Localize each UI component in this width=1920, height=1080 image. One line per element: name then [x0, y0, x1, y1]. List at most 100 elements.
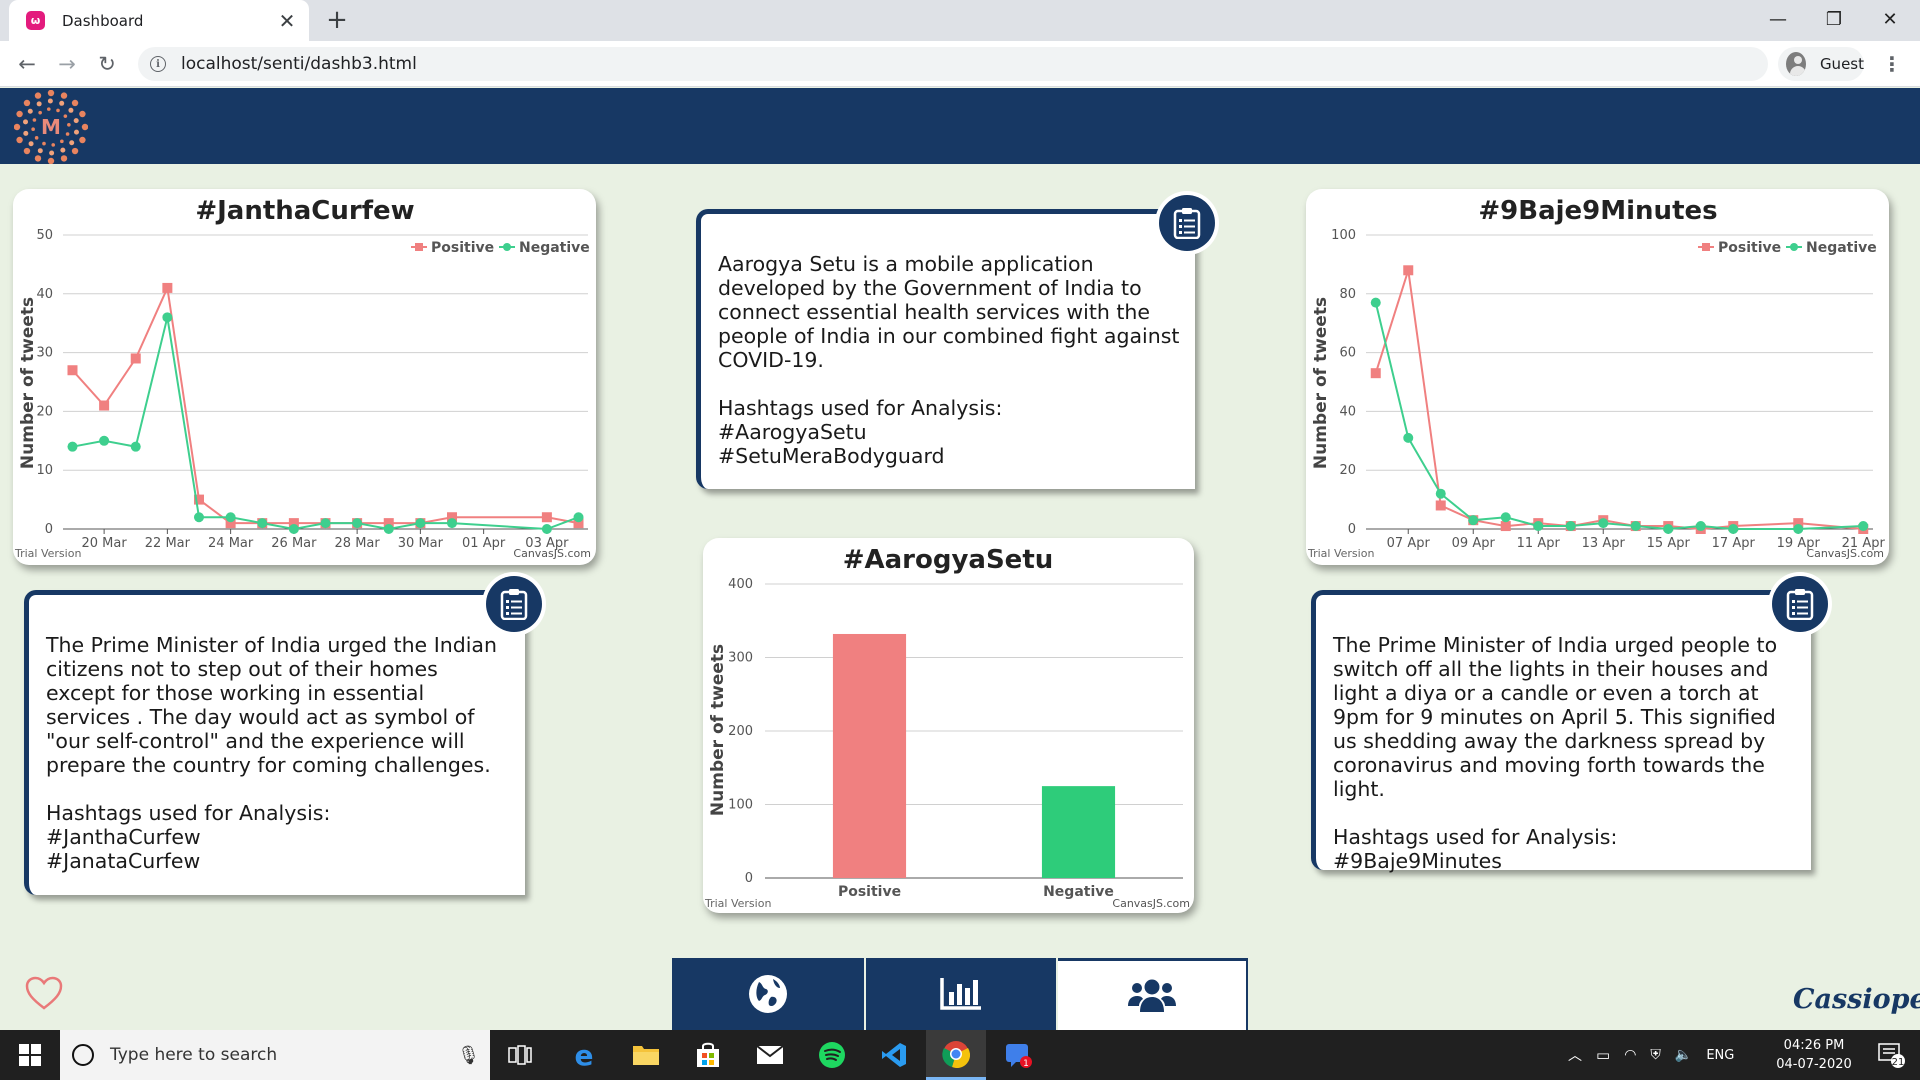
heart-icon[interactable]: [24, 975, 64, 1011]
windows-start-icon[interactable]: [0, 1030, 60, 1080]
bottom-navigation: [672, 958, 1248, 1030]
chart-title: #AarogyaSetu: [843, 545, 1054, 575]
notification-center-icon[interactable]: 21: [1866, 1030, 1916, 1080]
logo-dot: [23, 147, 31, 155]
x-tick-label: 22 Mar: [145, 536, 191, 551]
negative-point: [1500, 512, 1511, 523]
users-icon: [1128, 979, 1176, 1012]
logo-dot: [38, 110, 42, 115]
logo-dot: [68, 107, 74, 113]
store-icon[interactable]: [678, 1030, 738, 1080]
description-text: The Prime Minister of India urged people…: [1333, 633, 1778, 801]
wifi-icon[interactable]: ◠: [1624, 1047, 1636, 1063]
nav-users-button[interactable]: [1058, 958, 1248, 1030]
page-header: [0, 88, 1920, 164]
battery-icon[interactable]: ▭: [1596, 1046, 1610, 1064]
y-axis-label: Number of tweets: [18, 297, 38, 469]
aarogyasetu-chart-card: #AarogyaSetu Number of tweets Trial Vers…: [703, 538, 1194, 913]
y-tick-label: 40: [1339, 404, 1356, 419]
legend-negative: Negative: [1806, 240, 1877, 256]
y-tick-label: 400: [728, 577, 753, 592]
guest-avatar-icon: [1786, 52, 1806, 76]
y-tick-label: 40: [36, 287, 53, 302]
tray-chevron-icon[interactable]: ︿: [1568, 1045, 1582, 1065]
tab-close-button[interactable]: ✕: [277, 9, 297, 33]
new-tab-button[interactable]: +: [322, 4, 352, 36]
logo-dot: [73, 129, 79, 135]
clipboard-icon[interactable]: [486, 576, 542, 632]
clock[interactable]: 04:26 PM 04-07-2020: [1764, 1030, 1864, 1080]
logo-dot: [59, 100, 65, 106]
chrome-taskbar-icon[interactable]: [926, 1030, 986, 1080]
logo-dot: [67, 122, 71, 127]
y-tick-label: 80: [1339, 287, 1356, 302]
negative-point: [193, 512, 204, 523]
taskbar-search-box[interactable]: Type here to search 🎙: [60, 1030, 490, 1080]
legend-positive: Positive: [1718, 240, 1781, 256]
negative-point: [67, 441, 78, 452]
svg-text:e: e: [575, 1041, 594, 1069]
x-tick-label: 17 Apr: [1712, 536, 1756, 551]
site-info-icon[interactable]: i: [150, 56, 166, 72]
logo-dot: [47, 90, 55, 97]
hashtag-item: #JanthaCurfew: [46, 825, 201, 849]
positive-point: [130, 353, 141, 364]
negative-point: [288, 524, 299, 534]
language-indicator[interactable]: ENG: [1706, 1048, 1734, 1063]
aarogyasetu-description-card: Aarogya Setu is a mobile application dev…: [696, 209, 1195, 489]
minimize-button[interactable]: —: [1752, 2, 1804, 36]
task-view-icon[interactable]: [490, 1030, 550, 1080]
y-tick-label: 60: [1339, 346, 1356, 361]
forward-arrow-icon[interactable]: →: [50, 47, 84, 81]
file-explorer-icon[interactable]: [616, 1030, 676, 1080]
clipboard-icon[interactable]: [1772, 576, 1828, 632]
logo-dot: [14, 123, 21, 131]
y-tick-label: 200: [728, 724, 753, 739]
negative-point: [352, 518, 363, 529]
y-tick-label: 0: [1348, 522, 1356, 537]
browser-tab[interactable]: ω Dashboard ✕: [9, 0, 309, 41]
y-axis-label: Number of tweets: [708, 644, 728, 816]
address-bar[interactable]: i localhost/senti/dashb3.html: [138, 47, 1768, 81]
nav-globe-button[interactable]: [672, 958, 864, 1030]
vscode-icon[interactable]: [864, 1030, 924, 1080]
reload-icon[interactable]: ↻: [90, 47, 124, 81]
browser-menu-icon[interactable]: ⋮: [1880, 47, 1904, 81]
feedback-app-icon[interactable]: 1: [988, 1030, 1048, 1080]
url-text[interactable]: localhost/senti/dashb3.html: [181, 54, 417, 74]
x-category-label: Positive: [838, 884, 901, 900]
nav-chart-button[interactable]: [866, 958, 1056, 1030]
profile-button[interactable]: Guest: [1778, 47, 1864, 81]
negative-bar: [1041, 786, 1116, 878]
microphone-icon[interactable]: 🎙: [457, 1045, 480, 1066]
logo-dot: [51, 143, 56, 147]
x-tick-label: 24 Mar: [208, 536, 254, 551]
legend-positive-marker: [1702, 243, 1710, 251]
app-favicon-icon: ω: [26, 11, 45, 30]
mail-badge: 1: [1023, 1059, 1029, 1069]
spotify-icon[interactable]: [802, 1030, 862, 1080]
browser-toolbar: ← → ↻ i localhost/senti/dashb3.html Gues…: [0, 41, 1920, 87]
negative-point: [1370, 297, 1381, 308]
clipboard-icon[interactable]: [1159, 195, 1215, 251]
x-tick-label: 03 Apr: [525, 536, 569, 551]
bar-chart-icon: [940, 978, 981, 1010]
cassiopeia-signature: Cassiopeia: [1793, 984, 1920, 1015]
logo-dot: [47, 157, 55, 164]
description-text: Aarogya Setu is a mobile application dev…: [718, 252, 1180, 372]
janthacurfew-description-card: The Prime Minister of India urged the In…: [24, 590, 525, 895]
logo-dot: [46, 107, 51, 111]
positive-point: [1435, 500, 1446, 511]
x-tick-label: 01 Apr: [462, 536, 506, 551]
logo-dot: [34, 92, 42, 99]
close-window-button[interactable]: ✕: [1864, 2, 1916, 36]
back-arrow-icon[interactable]: ←: [10, 47, 44, 81]
security-shield-icon[interactable]: ⛨: [1650, 1047, 1661, 1063]
hashtag-item: #SetuMeraBodyguard: [718, 444, 945, 468]
tab-title: Dashboard: [62, 11, 144, 30]
edge-browser-icon[interactable]: e: [554, 1030, 614, 1080]
volume-icon[interactable]: 🔈: [1675, 1047, 1692, 1063]
mail-icon[interactable]: [740, 1030, 800, 1080]
maximize-button[interactable]: ❐: [1808, 2, 1860, 36]
negative-point: [1598, 518, 1609, 529]
